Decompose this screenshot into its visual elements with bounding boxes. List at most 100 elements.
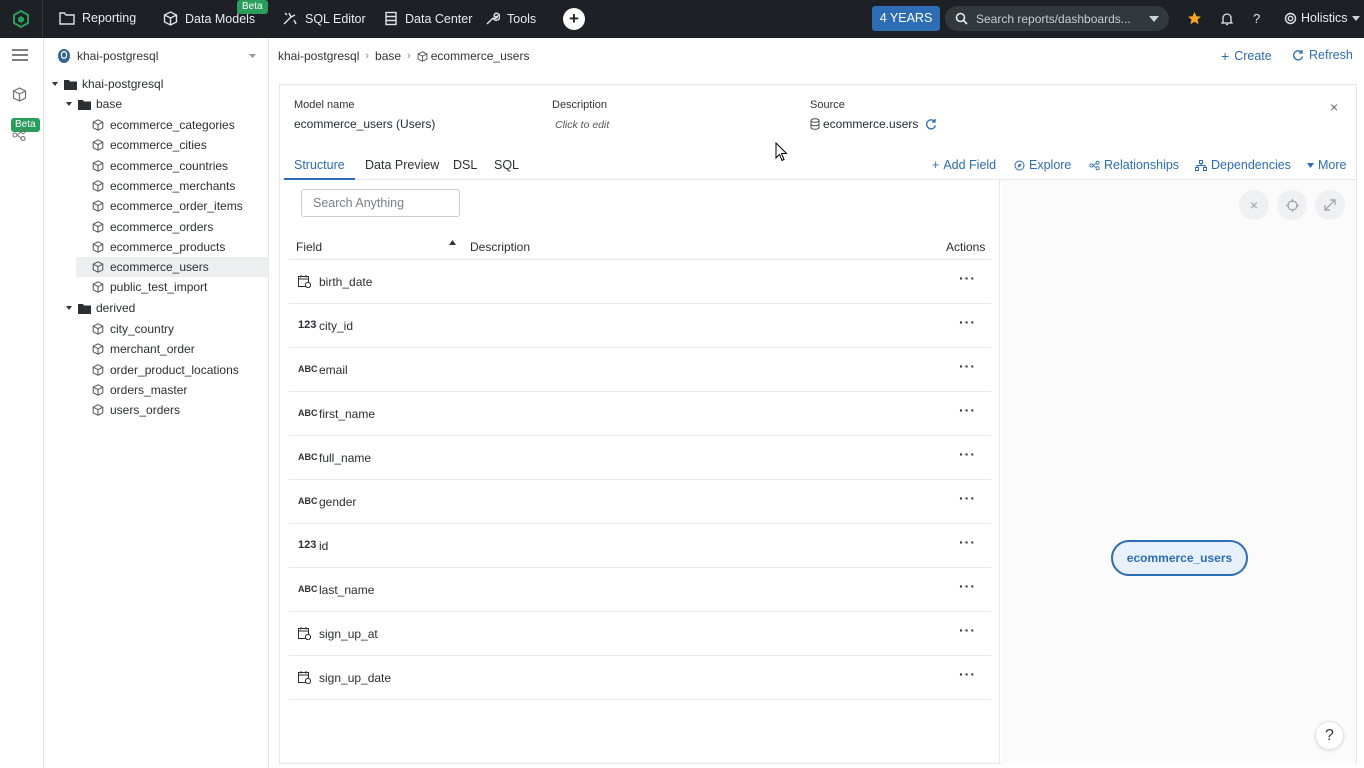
table-row[interactable]: ABC full_name ··· <box>289 436 991 480</box>
tab-sql[interactable]: SQL <box>494 158 519 178</box>
nav-tools[interactable]: Tools <box>485 11 536 26</box>
hamburger-menu-icon[interactable] <box>12 49 28 61</box>
tree-item-ecommerce-users[interactable]: ecommerce_users <box>76 257 268 278</box>
tree-item-label: ecommerce_order_items <box>110 199 243 214</box>
tree-item-label: orders_master <box>110 382 188 397</box>
tree-folder-base[interactable]: base <box>66 94 122 114</box>
breadcrumb: khai-postgresql › base › ecommerce_users… <box>270 38 1364 74</box>
dependencies-button[interactable]: Dependencies <box>1195 158 1291 172</box>
column-header-field[interactable]: Field <box>296 240 322 254</box>
date-range-button[interactable]: 4 YEARS <box>872 6 940 31</box>
tree-item-ecommerce-order-items[interactable]: ecommerce_order_items <box>92 196 243 216</box>
table-row[interactable]: birth_date ··· <box>289 260 991 304</box>
datasource-label: khai-postgresql <box>77 48 159 63</box>
graph-center-button[interactable] <box>1277 190 1307 220</box>
breadcrumb-item[interactable]: base <box>375 49 401 63</box>
model-name-label: Model name <box>294 99 355 111</box>
graph-expand-button[interactable] <box>1315 190 1345 220</box>
more-actions-icon[interactable]: ··· <box>959 270 976 286</box>
tree-item-orders-master[interactable]: orders_master <box>92 380 187 400</box>
caret-down-icon <box>52 82 58 86</box>
help-button[interactable]: ? <box>1315 721 1344 750</box>
text-type-icon: ABC <box>298 496 318 506</box>
tree-item-users-orders[interactable]: users_orders <box>92 400 180 420</box>
graph-close-button[interactable]: × <box>1239 190 1269 220</box>
model-name-value[interactable]: ecommerce_users (Users) <box>294 117 435 131</box>
tree-item-city-country[interactable]: city_country <box>92 319 174 339</box>
sync-icon[interactable] <box>925 118 937 130</box>
star-icon[interactable] <box>1187 11 1202 26</box>
tree-item-ecommerce-products[interactable]: ecommerce_products <box>92 237 225 257</box>
table-row[interactable]: ABC first_name ··· <box>289 392 991 436</box>
source-label: Source <box>810 99 845 111</box>
breadcrumb-item[interactable]: khai-postgresql <box>278 49 359 63</box>
tree-item-ecommerce-countries[interactable]: ecommerce_countries <box>92 156 228 176</box>
table-row[interactable]: 123 city_id ··· <box>289 304 991 348</box>
global-search-input[interactable] <box>976 11 1136 26</box>
nav-data-center[interactable]: Data Center <box>384 11 472 26</box>
relationships-icon[interactable] <box>12 129 26 141</box>
top-bar: Reporting Data Models Beta SQL Editor Da… <box>0 0 1364 38</box>
create-new-button[interactable]: + <box>563 8 585 30</box>
tree-item-merchant-order[interactable]: merchant_order <box>92 339 195 359</box>
model-card: Model name ecommerce_users (Users) Descr… <box>279 84 1357 764</box>
table-row[interactable]: sign_up_date ··· <box>289 656 991 700</box>
source-value[interactable]: ecommerce.users <box>810 117 937 131</box>
plus-icon: + <box>932 158 940 172</box>
model-node[interactable]: ecommerce_users <box>1111 540 1248 576</box>
data-models-icon[interactable] <box>12 87 27 102</box>
description-value[interactable]: Click to edit <box>555 119 609 131</box>
more-actions-icon[interactable]: ··· <box>959 446 976 462</box>
table-row[interactable]: 123 id ··· <box>289 524 991 568</box>
more-actions-icon[interactable]: ··· <box>959 534 976 550</box>
tree-item-ecommerce-cities[interactable]: ecommerce_cities <box>92 135 207 155</box>
tab-data-preview[interactable]: Data Preview <box>365 158 439 178</box>
bell-icon[interactable] <box>1221 12 1233 26</box>
more-actions-icon[interactable]: ··· <box>959 578 976 594</box>
global-search[interactable] <box>945 6 1169 31</box>
close-icon[interactable]: × <box>1330 99 1338 115</box>
tree-folder-derived[interactable]: derived <box>66 298 135 318</box>
table-row[interactable]: ABC email ··· <box>289 348 991 392</box>
holistics-logo[interactable] <box>0 0 43 38</box>
more-actions-icon[interactable]: ··· <box>959 358 976 374</box>
relationships-button[interactable]: Relationships <box>1089 158 1179 172</box>
tab-structure[interactable]: Structure <box>284 158 355 180</box>
create-button[interactable]: + Create <box>1221 48 1272 64</box>
tree-item-ecommerce-categories[interactable]: ecommerce_categories <box>92 115 235 135</box>
hierarchy-icon <box>1195 159 1207 171</box>
sort-ascending-icon[interactable] <box>449 240 456 245</box>
add-field-button[interactable]: + Add Field <box>932 158 996 172</box>
more-actions-icon[interactable]: ··· <box>959 314 976 330</box>
table-row[interactable]: ABC last_name ··· <box>289 568 991 612</box>
source-text: ecommerce.users <box>823 117 919 131</box>
more-actions-icon[interactable]: ··· <box>959 402 976 418</box>
table-row[interactable]: sign_up_at ··· <box>289 612 991 656</box>
user-menu[interactable]: Holistics <box>1284 11 1360 25</box>
help-icon[interactable]: ? <box>1253 11 1260 26</box>
field-name: last_name <box>319 583 375 597</box>
calendar-icon <box>298 626 316 640</box>
tree-item-public-test-import[interactable]: public_test_import <box>92 277 207 297</box>
search-anything-input[interactable] <box>301 189 460 217</box>
tree-root[interactable]: khai-postgresql <box>52 74 163 94</box>
more-button[interactable]: More <box>1307 158 1346 172</box>
cube-icon <box>92 404 104 416</box>
more-actions-icon[interactable]: ··· <box>959 666 976 682</box>
tree-item-label: city_country <box>110 322 175 336</box>
tree-item-ecommerce-merchants[interactable]: ecommerce_merchants <box>92 176 235 196</box>
tree-item-ecommerce-orders[interactable]: ecommerce_orders <box>92 217 213 237</box>
tab-dsl[interactable]: DSL <box>453 158 477 178</box>
tree-item-order-product-locations[interactable]: order_product_locations <box>92 360 239 380</box>
datasource-select[interactable]: khai-postgresql <box>44 38 268 73</box>
explore-button[interactable]: Explore <box>1014 158 1071 172</box>
nav-sql-editor[interactable]: SQL Editor <box>282 11 366 26</box>
cube-icon <box>92 119 104 131</box>
nav-reporting[interactable]: Reporting <box>59 11 136 25</box>
chevron-down-icon[interactable] <box>1149 16 1159 22</box>
refresh-button[interactable]: Refresh <box>1292 48 1353 62</box>
table-row[interactable]: ABC gender ··· <box>289 480 991 524</box>
more-actions-icon[interactable]: ··· <box>959 490 976 506</box>
tree-item-label: ecommerce_products <box>110 239 226 254</box>
more-actions-icon[interactable]: ··· <box>959 622 976 638</box>
